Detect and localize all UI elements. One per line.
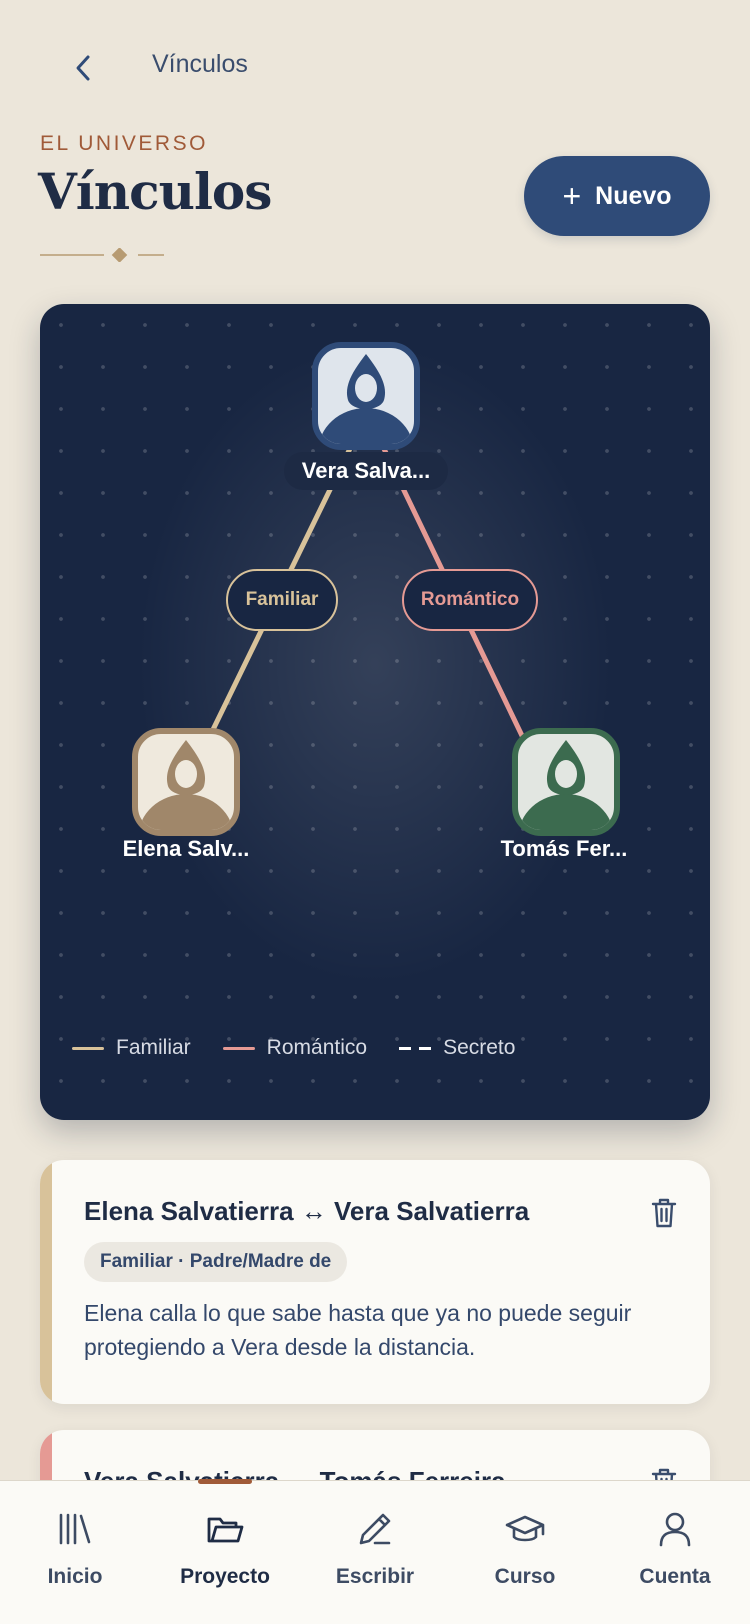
tab-label: Curso [494, 1565, 556, 1588]
person-avatar-icon [132, 728, 240, 836]
legend-item-romantico: Romántico [222, 1036, 368, 1060]
section-eyebrow: EL UNIVERSO [40, 132, 208, 155]
trash-icon[interactable] [648, 1196, 680, 1230]
page-title: Vínculos [38, 162, 272, 221]
active-tab-indicator [198, 1479, 252, 1484]
tab-label: Inicio [47, 1565, 103, 1588]
plus-icon: + [562, 178, 582, 214]
relation-title: Elena Salvatierra ↔ Vera Salvatierra [84, 1196, 530, 1226]
legend-item-secreto: Secreto [399, 1036, 515, 1060]
new-link-button[interactable]: + Nuevo [524, 156, 710, 236]
relation-tag: Familiar · Padre/Madre de [84, 1242, 348, 1282]
legend-item-familiar: Familiar [72, 1036, 191, 1060]
relation-card[interactable]: Elena Salvatierra ↔ Vera Salvatierra Fam… [40, 1160, 710, 1404]
tab-label: Cuenta [639, 1565, 711, 1588]
title-ornament [40, 248, 164, 262]
user-icon [659, 1512, 691, 1547]
node-elena[interactable] [132, 728, 240, 836]
graph-legend: Familiar Romántico Secreto [72, 1036, 515, 1060]
pen-icon [359, 1513, 391, 1545]
edge-label-romantico[interactable]: Romántico [402, 569, 538, 631]
legend-swatch-secreto [399, 1046, 432, 1050]
tab-curso[interactable]: Curso [450, 1481, 600, 1624]
tab-cuenta[interactable]: Cuenta [600, 1481, 750, 1624]
legend-label: Familiar [116, 1036, 191, 1059]
node-label-vera: Vera Salva... [284, 452, 448, 490]
node-label-elena: Elena Salv... [122, 836, 250, 861]
bottom-tab-bar: Inicio Proyecto Escribir Curso Cuenta [0, 1479, 750, 1624]
relation-description: Elena calla lo que sabe hasta que ya no … [84, 1300, 632, 1360]
topbar-title: Vínculos [152, 50, 248, 78]
legend-label: Romántico [266, 1036, 368, 1059]
tab-label: Escribir [335, 1565, 415, 1588]
node-label-tomas: Tomás Fer... [500, 836, 628, 861]
tab-label: Proyecto [180, 1565, 270, 1588]
library-icon [59, 1513, 91, 1545]
legend-swatch-romantico [222, 1046, 255, 1050]
legend-swatch-familiar [72, 1046, 104, 1050]
folder-icon [207, 1517, 244, 1543]
new-button-label: Nuevo [595, 181, 672, 210]
top-bar: Vínculos [0, 40, 750, 90]
edge-label-familiar[interactable]: Familiar [226, 569, 338, 631]
person-avatar-icon [512, 728, 620, 836]
card-accent-familiar [40, 1160, 52, 1404]
relationship-graph[interactable]: Vera Salva... Elena Salv... Tomás Fer...… [40, 304, 710, 1120]
tab-escribir[interactable]: Escribir [300, 1481, 450, 1624]
tab-proyecto[interactable]: Proyecto [150, 1479, 300, 1624]
graduation-cap-icon [505, 1515, 545, 1542]
node-vera[interactable] [312, 342, 420, 450]
person-avatar-icon [312, 342, 420, 450]
tab-inicio[interactable]: Inicio [0, 1481, 150, 1624]
chevron-left-icon [76, 55, 90, 81]
back-button[interactable] [64, 48, 104, 88]
legend-label: Secreto [443, 1036, 516, 1059]
node-tomas[interactable] [512, 728, 620, 836]
